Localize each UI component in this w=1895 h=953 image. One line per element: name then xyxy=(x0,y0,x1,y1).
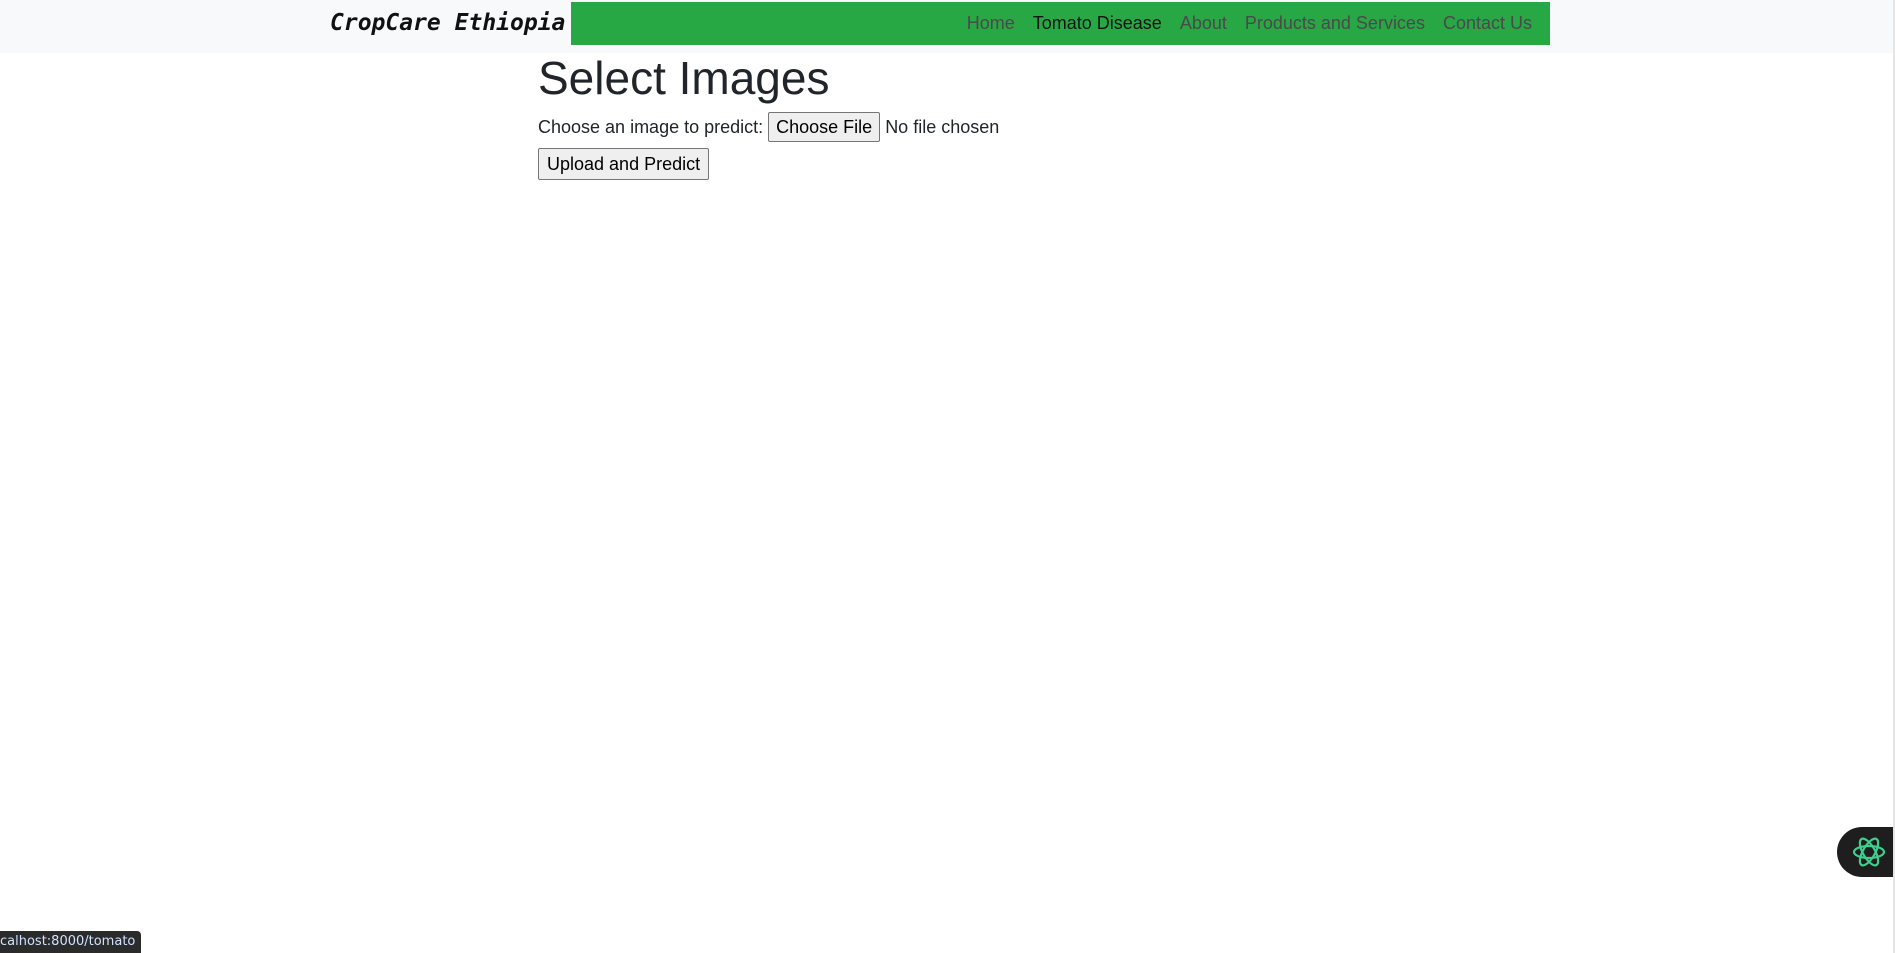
file-input-row: Choose an image to predict: Choose File … xyxy=(538,112,999,142)
top-navigation-bar: CropCare Ethiopia Home Tomato Disease Ab… xyxy=(0,0,1895,53)
brand-logo-link[interactable]: CropCare Ethiopia xyxy=(330,8,565,38)
nav-link-contact-us[interactable]: Contact Us xyxy=(1434,2,1541,45)
upload-form: Choose an image to predict: Choose File … xyxy=(538,112,999,180)
file-status-text: No file chosen xyxy=(885,116,1000,137)
nav-link-home[interactable]: Home xyxy=(958,2,1024,45)
nav-link-tomato-disease[interactable]: Tomato Disease xyxy=(1024,2,1171,45)
green-navbar: Home Tomato Disease About Products and S… xyxy=(571,2,1550,45)
file-input-label: Choose an image to predict: xyxy=(538,116,764,137)
nav-link-products-and-services[interactable]: Products and Services xyxy=(1236,2,1434,45)
main-content: Select Images Choose an image to predict… xyxy=(538,52,999,180)
page-title: Select Images xyxy=(538,52,830,104)
upload-and-predict-button[interactable]: Upload and Predict xyxy=(538,148,710,180)
assistant-button[interactable] xyxy=(1837,827,1895,877)
nav-links: Home Tomato Disease About Products and S… xyxy=(958,2,1541,45)
nav-link-about[interactable]: About xyxy=(1171,2,1236,45)
status-bar-url: calhost:8000/tomato xyxy=(0,931,142,953)
status-url-text: calhost:8000/tomato xyxy=(0,934,136,949)
choose-file-button[interactable]: Choose File xyxy=(768,112,881,142)
atom-icon xyxy=(1852,837,1886,867)
